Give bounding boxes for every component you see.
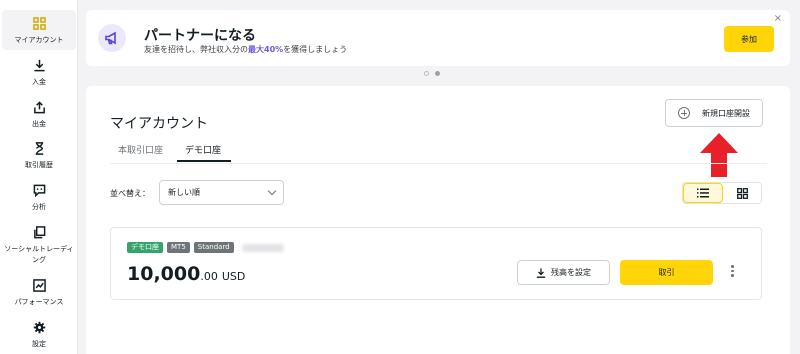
download-icon (32, 58, 46, 72)
trade-button[interactable]: 取引 (620, 260, 713, 285)
sidebar-item-label: 設定 (32, 340, 46, 348)
red-arrow-icon (700, 133, 738, 177)
sidebar-item-label: ソーシャルトレーディング (4, 245, 74, 264)
account-card: デモ口座 MT5 Standard 10,000 .00 USD 残高を設定 取… (110, 227, 762, 300)
set-balance-button[interactable]: 残高を設定 (517, 260, 610, 285)
page-title: マイアカウント (110, 116, 208, 132)
open-account-button[interactable]: 新規口座開設 (665, 99, 763, 127)
banner-title: パートナーになる (144, 28, 256, 44)
sidebar-item-performance[interactable]: パフォーマンス (2, 278, 76, 308)
account-tabs: 本取引口座 デモ口座 (110, 138, 232, 162)
banner-highlight: 最大40% (248, 45, 284, 54)
carousel-dot-active[interactable] (435, 71, 440, 76)
sidebar-item-label: マイアカウント (14, 36, 64, 44)
copy-icon (32, 225, 46, 239)
balance-main: 10,000 (127, 263, 201, 285)
account-balance: 10,000 .00 USD (127, 263, 245, 285)
balance-decimal: .00 (200, 270, 218, 283)
carousel-dots (424, 71, 440, 76)
platform-badge: MT5 (167, 242, 190, 253)
grid-view-button[interactable] (723, 183, 761, 203)
list-view-button[interactable] (683, 183, 723, 203)
sidebar-item-label: 取引履歴 (25, 161, 53, 169)
chat-icon (32, 183, 46, 197)
demo-badge: デモ口座 (127, 242, 163, 253)
close-icon[interactable]: × (774, 14, 782, 24)
account-number-blurred (241, 243, 284, 252)
grid-icon (32, 16, 46, 30)
tab-demo-account[interactable]: デモ口座 (177, 138, 232, 162)
set-balance-label: 残高を設定 (551, 268, 591, 277)
sidebar-item-label: 入金 (32, 78, 46, 86)
list-icon (697, 188, 709, 198)
upload-icon (32, 100, 46, 114)
sort-select[interactable]: 新しい順 (159, 180, 284, 205)
join-button[interactable]: 参加 (724, 26, 774, 52)
chevron-down-icon (267, 186, 277, 196)
more-options-icon[interactable] (731, 265, 734, 277)
chart-icon (32, 278, 46, 292)
carousel-dot[interactable] (424, 71, 429, 76)
accounts-panel: マイアカウント 新規口座開設 本取引口座 デモ口座 並べ替え： 新しい順 デモ口… (86, 86, 790, 354)
grid-icon (736, 187, 748, 199)
gear-icon (32, 320, 46, 334)
hourglass-icon (32, 141, 46, 155)
sidebar-item-deposit[interactable]: 入金 (2, 58, 76, 88)
sort-value: 新しい順 (168, 188, 200, 197)
account-tags: デモ口座 MT5 Standard (127, 242, 284, 253)
sidebar-item-settings[interactable]: 設定 (2, 320, 76, 350)
sort-label: 並べ替え： (110, 189, 150, 198)
sidebar: マイアカウント 入金 出金 取引履歴 分析 ソーシャルトレーディング パフォーマ… (0, 0, 78, 354)
tab-real-account[interactable]: 本取引口座 (110, 138, 173, 162)
banner-subtitle: 友達を招待し、弊社収入分の最大40%を獲得しましょう (144, 45, 348, 54)
balance-currency: USD (221, 270, 246, 283)
megaphone-icon (98, 24, 126, 52)
sidebar-item-analysis[interactable]: 分析 (2, 183, 76, 213)
sidebar-item-history[interactable]: 取引履歴 (2, 141, 76, 171)
sidebar-item-my-account[interactable]: マイアカウント (2, 10, 76, 50)
sidebar-item-label: 出金 (32, 120, 46, 128)
plus-circle-icon (678, 107, 690, 119)
account-type-badge: Standard (193, 242, 234, 253)
sidebar-item-withdraw[interactable]: 出金 (2, 100, 76, 130)
tabs-divider (110, 163, 767, 164)
open-account-label: 新規口座開設 (702, 108, 750, 118)
sidebar-item-label: パフォーマンス (14, 298, 64, 306)
sidebar-item-label: 分析 (32, 203, 46, 211)
download-icon (536, 268, 546, 278)
partner-banner: パートナーになる 友達を招待し、弊社収入分の最大40%を獲得しましょう 参加 × (86, 10, 790, 66)
sidebar-item-social-trading[interactable]: ソーシャルトレーディング (2, 225, 76, 266)
view-toggle (682, 182, 762, 204)
